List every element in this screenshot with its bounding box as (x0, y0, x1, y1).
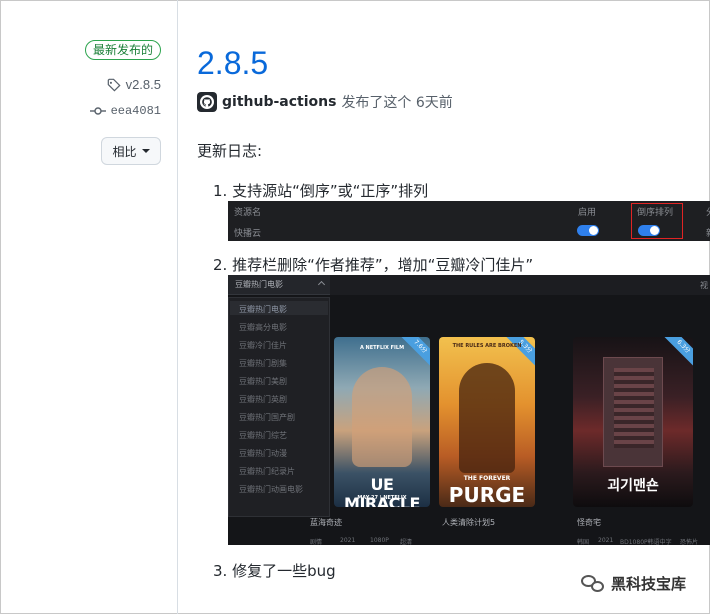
menu-item: 豆瓣热门动画电影 (239, 485, 303, 494)
rating-ribbon: 5.3分 (503, 337, 535, 369)
menu-item: 豆瓣热门英剧 (239, 395, 287, 404)
recommend-screenshot: 豆瓣热门电影 视 豆瓣热门电影 豆瓣高分电影 豆瓣冷门佳片 豆瓣热门剧集 豆瓣热… (228, 275, 710, 545)
poster-1-meta-genre: 剧情 (310, 539, 323, 545)
release-body: 2.8.5 github-actions 发布了这个 6天前 更新日志: 1. … (197, 0, 710, 614)
github-avatar-icon[interactable] (197, 92, 217, 112)
poster-figure (603, 357, 663, 467)
rating-ribbon: 7.6分 (398, 337, 430, 369)
caret-down-icon (141, 149, 150, 153)
poster-1-meta-quality: 1080P (370, 537, 389, 544)
poster-2-title: 人类清除计划5 (442, 518, 496, 527)
wechat-icon (580, 574, 605, 594)
author-link[interactable]: github-actions (222, 94, 336, 110)
release-sidebar: 最新发布的 v2.8.5 eea4081 相比 (0, 0, 178, 614)
poster-1-top-text: A NETFLIX FILM (359, 345, 405, 351)
poster-figure (459, 363, 515, 473)
poster-3-main-text: 괴기맨숀 (607, 478, 659, 494)
header-extra: 分 (706, 205, 710, 218)
menu-item: 豆瓣热门美剧 (239, 377, 287, 386)
menu-item: 豆瓣热门综艺 (239, 431, 287, 440)
row-extra: 新 (706, 226, 710, 239)
commit-link[interactable]: eea4081 (89, 104, 161, 118)
poster-figure (352, 367, 412, 467)
movie-poster-1: 7.6分 A NETFLIX FILM UE MIRACLE MAY 27 | … (334, 337, 430, 507)
commit-icon (89, 107, 106, 115)
tag-link[interactable]: v2.8.5 (107, 77, 161, 92)
chevron-up-icon (317, 280, 326, 289)
menu-item: 豆瓣热门国产剧 (239, 413, 295, 422)
poster-3-meta-genre: 恐怖片 (680, 539, 699, 545)
published-text: 发布了这个 6天前 (341, 95, 453, 111)
highlight-box (631, 203, 683, 239)
poster-3-meta-quality: BD1080P韩语中字 (620, 539, 672, 545)
movie-poster-2: 5.3分 THE RULES ARE BROKEN THE FOREVER PU… (439, 337, 535, 507)
tag-label: v2.8.5 (125, 77, 161, 92)
poster-3-meta-year: 2021 (598, 537, 614, 544)
wechat-watermark: 黑科技宝库 (576, 571, 690, 596)
poster-1-main-text: UE MIRACLE (344, 475, 420, 507)
poster-1-sub-text: MAY 27 | NETFLIX (357, 495, 407, 501)
poster-1-title: 蓝海奇迹 (310, 518, 342, 527)
poster-2-sub-text: THE FOREVER (463, 475, 511, 482)
menu-item: 豆瓣热门动漫 (239, 449, 287, 458)
header-source-name: 资源名 (234, 208, 262, 218)
header-enabled: 启用 (578, 208, 597, 218)
commit-hash: eea4081 (110, 104, 161, 118)
watermark-text: 黑科技宝库 (610, 575, 686, 593)
compare-label: 相比 (112, 144, 137, 159)
menu-item: 豆瓣高分电影 (239, 323, 287, 332)
enabled-toggle (577, 225, 599, 236)
poster-1-meta-year: 2021 (340, 537, 356, 544)
latest-release-badge: 最新发布的 (84, 40, 161, 60)
menu-item: 豆瓣冷门佳片 (239, 341, 287, 350)
tag-icon (107, 78, 121, 92)
poster-2-top-text: THE RULES ARE BROKEN (452, 343, 522, 349)
movie-poster-3: 6.3分 괴기맨숀 (573, 337, 693, 507)
poster-1-meta-label: 超清 (400, 539, 413, 545)
changelog-item-3: 3. 修复了一些bug (213, 562, 336, 580)
poster-3-meta-country: 韩国 (577, 539, 590, 545)
category-menu: 豆瓣热门电影 豆瓣高分电影 豆瓣冷门佳片 豆瓣热门剧集 豆瓣热门美剧 豆瓣热门英… (228, 297, 330, 517)
release-author-row: github-actions 发布了这个 6天前 (197, 92, 453, 112)
poster-2-main-text: PURGE (448, 483, 526, 507)
right-label: 视 (700, 281, 708, 290)
row-source-name: 快播云 (234, 229, 262, 239)
dropdown-title: 豆瓣热门电影 (235, 280, 283, 289)
source-sort-screenshot: 资源名 启用 倒序排列 分 快播云 新 (228, 201, 710, 241)
menu-item: 豆瓣热门电影 (239, 305, 287, 314)
compare-button[interactable]: 相比 (101, 137, 161, 165)
menu-item: 豆瓣热门剧集 (239, 359, 287, 368)
category-dropdown: 豆瓣热门电影 (228, 275, 330, 295)
changelog-item-1: 1. 支持源站“倒序”或“正序”排列 (213, 182, 429, 200)
release-title[interactable]: 2.8.5 (197, 45, 268, 82)
menu-item: 豆瓣热门纪录片 (239, 467, 295, 476)
changelog-heading: 更新日志: (197, 142, 263, 160)
rating-ribbon: 6.3分 (661, 337, 693, 369)
poster-3-title: 怪奇宅 (577, 518, 601, 527)
changelog-item-2: 2. 推荐栏删除“作者推荐”，增加“豆瓣冷门佳片” (213, 256, 534, 274)
